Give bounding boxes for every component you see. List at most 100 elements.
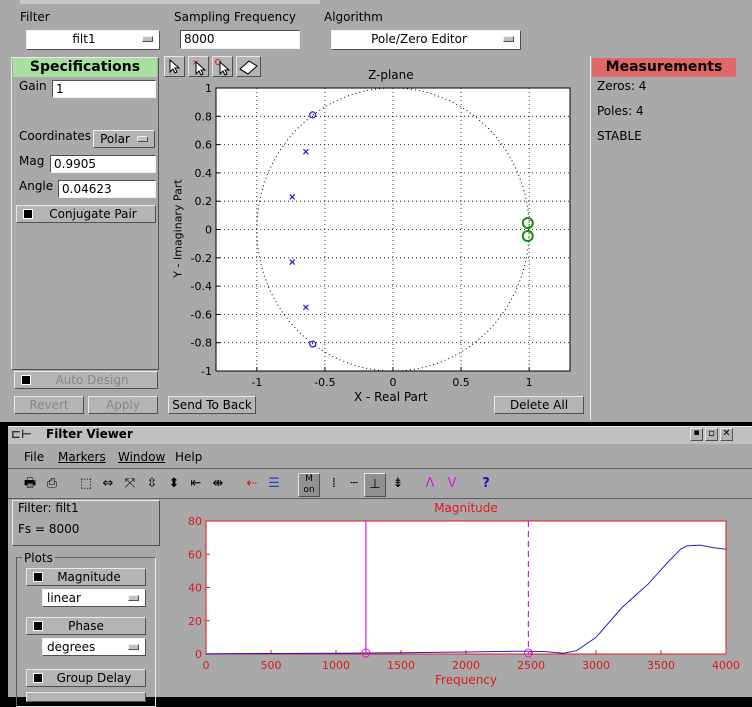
magnitude-xtick-label: 3000 xyxy=(582,659,610,672)
print-icon[interactable]: 🖶 xyxy=(20,473,40,497)
filter-value: filt1 xyxy=(72,32,96,46)
apply-button[interactable]: Apply xyxy=(88,396,158,414)
zoom-y-in-icon[interactable]: ⇳ xyxy=(142,473,162,497)
eraser-tool-button[interactable] xyxy=(236,56,261,77)
gain-label: Gain xyxy=(19,79,47,93)
dropdown-arrow-icon xyxy=(503,36,514,42)
angle-input[interactable]: 0.04623 xyxy=(58,180,156,198)
mouse-zoom-toggle[interactable]: Mon xyxy=(298,473,320,497)
track-markers-toggle[interactable]: ⊥ xyxy=(364,473,386,497)
plots-label: Plots xyxy=(22,551,55,565)
menu-window[interactable]: Window xyxy=(118,450,165,464)
print-preview-icon[interactable]: ⎙ xyxy=(42,473,62,497)
auto-design-label: Auto Design xyxy=(55,373,129,387)
window-menu-icon[interactable]: ⊏⊢ xyxy=(11,427,32,441)
phase-units-dropdown[interactable]: degrees xyxy=(42,638,146,656)
algorithm-dropdown[interactable]: Pole/Zero Editor xyxy=(331,30,521,50)
maximize-button[interactable]: ▫ xyxy=(705,428,718,441)
zplane-ytick-label: -0.6 xyxy=(191,308,212,321)
algorithm-value: Pole/Zero Editor xyxy=(371,32,467,46)
close-button[interactable]: ✕ xyxy=(720,428,733,441)
zplane-ytick-label: -0.4 xyxy=(191,280,212,293)
add-zero-tool-button[interactable]: × xyxy=(188,56,209,77)
magnitude-plot[interactable]: Magnitude0 500 1000 1500 2000 2500 3000 3500 400… xyxy=(160,498,752,697)
revert-button[interactable]: Revert xyxy=(14,396,84,414)
dropdown-arrow-icon xyxy=(128,644,139,650)
conjugate-pair-label: Conjugate Pair xyxy=(49,207,137,221)
zplane-xtick-label: 0 xyxy=(390,376,397,389)
gain-input[interactable]: 1 xyxy=(52,80,156,98)
toggle-indicator-icon xyxy=(21,375,31,385)
fs-info: Fs = 8000 xyxy=(18,522,80,536)
zoom-x-icon[interactable]: ⇔ xyxy=(98,473,118,497)
magnitude-xtick-label: 2500 xyxy=(517,659,545,672)
toggle-indicator-icon xyxy=(33,621,43,631)
magnitude-ytick-label: 0 xyxy=(195,648,202,661)
conjugate-pair-toggle[interactable]: Conjugate Pair xyxy=(16,205,156,223)
zplane-ytick-label: 0.8 xyxy=(195,110,213,123)
magnitude-ytick-label: 80 xyxy=(188,515,202,528)
select-tool-button[interactable] xyxy=(164,56,185,77)
zplane-plot[interactable]: -1 -0.5 0 0.5 1 1 0.8 0.6 0.4 0.2 0 -0.2 -0.4 -0.6 -0.… xyxy=(160,80,590,412)
dropdown-arrow-icon xyxy=(142,36,153,42)
title-bar-remnant xyxy=(20,0,320,4)
zplane-ytick-label: 0 xyxy=(205,224,212,237)
zoom-x-in-icon[interactable]: ⇤ xyxy=(186,473,206,497)
add-pole-tool-button[interactable] xyxy=(212,56,233,77)
algorithm-label: Algorithm xyxy=(324,10,383,24)
menu-help[interactable]: Help xyxy=(175,450,202,464)
coordinates-dropdown[interactable]: Polar xyxy=(93,130,155,148)
toggle-indicator-icon xyxy=(33,572,43,582)
next-plot-toggle[interactable] xyxy=(26,692,146,702)
stability-status: STABLE xyxy=(597,129,642,143)
group-delay-toggle[interactable]: Group Delay xyxy=(26,669,146,687)
add-zero-icon: × xyxy=(192,58,207,76)
zeros-count: Zeros: 4 xyxy=(597,79,647,93)
menu-markers[interactable]: Markers xyxy=(58,450,106,464)
vertical-markers-icon[interactable]: ⁞ xyxy=(324,473,344,497)
filter-dropdown[interactable]: filt1 xyxy=(26,30,160,50)
menu-file[interactable]: File xyxy=(24,450,44,464)
valleys-icon[interactable]: V xyxy=(442,473,462,497)
help-cursor-icon[interactable]: ? xyxy=(476,473,496,497)
zplane-ytick-label: 0.6 xyxy=(195,139,213,152)
magnitude-ytick-label: 40 xyxy=(188,582,202,595)
set-line-icon[interactable]: ⇠ xyxy=(242,473,262,497)
measurements-header: Measurements xyxy=(592,58,736,77)
phase-toggle[interactable]: Phase xyxy=(26,617,146,635)
coordinates-label: Coordinates xyxy=(19,129,92,143)
toggle-indicator-icon xyxy=(23,209,33,219)
delete-all-button[interactable]: Delete All xyxy=(494,396,584,414)
zoom-x-out-icon[interactable]: ⇼ xyxy=(208,473,228,497)
slope-markers-icon[interactable]: ⇟ xyxy=(388,473,408,497)
magnitude-label: Magnitude xyxy=(57,570,121,584)
dropdown-arrow-icon xyxy=(128,595,139,601)
zoom-full-icon[interactable]: ⤧ xyxy=(120,473,140,497)
line-style-icon[interactable]: ☰ xyxy=(264,473,284,497)
mag-input[interactable]: 0.9905 xyxy=(50,155,156,173)
magnitude-xtick-label: 1500 xyxy=(387,659,415,672)
magnitude-title: Magnitude xyxy=(434,501,498,515)
zoom-y-out-icon[interactable]: ⬍ xyxy=(164,473,184,497)
sampling-frequency-input[interactable]: 8000 xyxy=(180,30,300,49)
zoom-box-icon[interactable]: ⬚ xyxy=(76,473,96,497)
minimize-button[interactable]: ▪ xyxy=(690,428,703,441)
auto-design-toggle[interactable]: Auto Design xyxy=(14,371,158,389)
zplane-ytick-label: -1 xyxy=(201,365,212,378)
send-to-back-button[interactable]: Send To Back xyxy=(168,396,256,414)
zplane-ytick-label: 0.2 xyxy=(195,195,213,208)
filter-label: Filter xyxy=(20,10,50,24)
zplane-ylabel: Y - Imaginary Part xyxy=(171,179,185,278)
filter-viewer-title: Filter Viewer xyxy=(46,427,133,441)
peaks-icon[interactable]: Λ xyxy=(420,473,440,497)
sampling-frequency-label: Sampling Frequency xyxy=(174,10,296,24)
group-delay-label: Group Delay xyxy=(56,671,132,685)
magnitude-xlabel: Frequency xyxy=(435,673,497,687)
magnitude-scale-value: linear xyxy=(47,591,81,605)
magnitude-toggle[interactable]: Magnitude xyxy=(26,568,146,586)
horizontal-markers-icon[interactable]: ┄ xyxy=(344,473,364,497)
zplane-ytick-label: -0.8 xyxy=(191,337,212,350)
magnitude-scale-dropdown[interactable]: linear xyxy=(42,589,146,607)
magnitude-ytick-label: 20 xyxy=(188,615,202,628)
filter-info: Filter: filt1 xyxy=(18,501,79,515)
